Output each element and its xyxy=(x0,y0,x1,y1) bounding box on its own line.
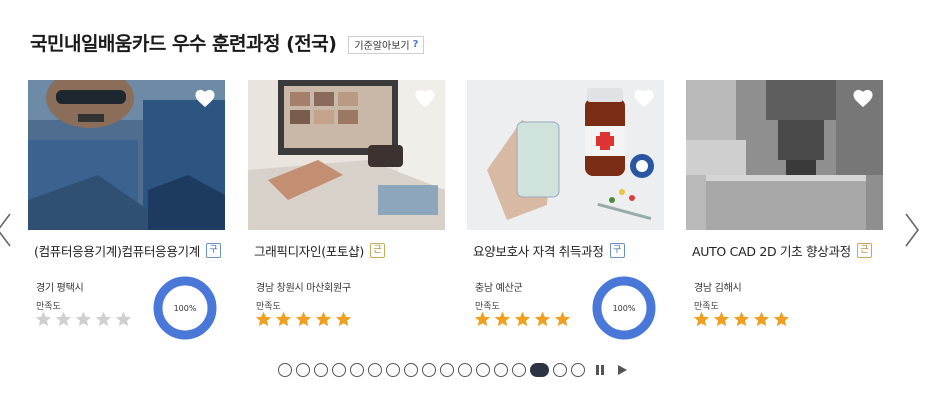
pager-dot[interactable] xyxy=(571,363,585,377)
heart-icon[interactable] xyxy=(194,88,216,108)
course-thumbnail[interactable] xyxy=(686,80,883,230)
star-filled-icon xyxy=(773,311,790,327)
course-card[interactable]: AUTO CAD 2D 기초 향상과정 근 경남 김해시 만족도 xyxy=(686,80,883,342)
course-type-badge: 근 xyxy=(369,243,385,258)
pager-dot[interactable] xyxy=(422,363,436,377)
heart-icon[interactable] xyxy=(852,88,874,108)
course-thumbnail[interactable] xyxy=(248,80,445,230)
play-icon[interactable] xyxy=(615,363,629,377)
star-rating xyxy=(255,311,355,327)
donut-value: 100% xyxy=(612,303,636,313)
star-filled-icon xyxy=(335,311,352,327)
pause-icon[interactable] xyxy=(593,363,607,377)
help-icon: ? xyxy=(412,39,419,50)
star-filled-icon xyxy=(713,311,730,327)
star-filled-icon xyxy=(315,311,332,327)
star-filled-icon xyxy=(554,311,571,327)
star-rating xyxy=(474,311,574,327)
course-name[interactable]: AUTO CAD 2D 기초 향상과정 xyxy=(692,241,851,260)
star-empty-icon xyxy=(95,311,112,327)
course-location: 경남 창원시 마산회원구 xyxy=(256,283,351,294)
pager-dot[interactable] xyxy=(494,363,508,377)
pager-dot[interactable] xyxy=(368,363,382,377)
pager-dot[interactable] xyxy=(458,363,472,377)
pager-dot[interactable] xyxy=(296,363,310,377)
star-filled-icon xyxy=(494,311,511,327)
employment-rate-donut: 100% xyxy=(153,276,217,340)
star-rating xyxy=(693,311,793,327)
course-card[interactable]: 그래픽디자인(포토샵) 근 경남 창원시 마산회원구 만족도 xyxy=(248,80,445,342)
pager-dot[interactable] xyxy=(404,363,418,377)
course-type-badge: 구 xyxy=(609,243,625,258)
heart-icon[interactable] xyxy=(414,88,436,108)
pager-dot[interactable] xyxy=(314,363,328,377)
heart-icon[interactable] xyxy=(633,88,655,108)
criteria-button-label: 기준알아보기 xyxy=(354,41,410,52)
donut-value: 100% xyxy=(173,303,197,313)
chevron-right-icon[interactable] xyxy=(902,212,922,248)
section-header: 국민내일배움카드 우수 훈련과정 (전국) 기준알아보기 ? xyxy=(30,29,425,56)
course-name[interactable]: 그래픽디자인(포토샵) xyxy=(254,241,364,260)
star-rating xyxy=(35,311,135,327)
pager-dot[interactable] xyxy=(440,363,454,377)
pager-dot-active[interactable] xyxy=(530,363,549,377)
chevron-left-icon[interactable] xyxy=(0,212,14,248)
employment-rate-donut: 100% xyxy=(592,276,656,340)
star-filled-icon xyxy=(693,311,710,327)
star-filled-icon xyxy=(753,311,770,327)
star-empty-icon xyxy=(35,311,52,327)
course-location: 충남 예산군 xyxy=(475,283,523,294)
carousel-pager xyxy=(278,363,629,377)
star-filled-icon xyxy=(474,311,491,327)
section-title: 국민내일배움카드 우수 훈련과정 (전국) xyxy=(30,33,337,55)
course-location: 경기 평택시 xyxy=(36,283,84,294)
star-filled-icon xyxy=(534,311,551,327)
star-filled-icon xyxy=(275,311,292,327)
star-empty-icon xyxy=(55,311,72,327)
pager-dot[interactable] xyxy=(350,363,364,377)
criteria-button[interactable]: 기준알아보기 ? xyxy=(348,35,425,54)
course-location: 경남 김해시 xyxy=(694,283,742,294)
star-filled-icon xyxy=(733,311,750,327)
pager-dot[interactable] xyxy=(332,363,346,377)
course-thumbnail[interactable] xyxy=(28,80,225,230)
course-thumbnail[interactable] xyxy=(467,80,664,230)
pager-dot[interactable] xyxy=(278,363,292,377)
course-type-badge: 구 xyxy=(205,243,221,258)
star-empty-icon xyxy=(115,311,132,327)
pager-dot[interactable] xyxy=(386,363,400,377)
course-card[interactable]: (컴퓨터응용기계)컴퓨터응용기계 구 경기 평택시 만족도 100% xyxy=(28,80,225,342)
star-empty-icon xyxy=(75,311,92,327)
course-name[interactable]: (컴퓨터응용기계)컴퓨터응용기계 xyxy=(34,241,200,260)
pager-dot[interactable] xyxy=(553,363,567,377)
course-type-badge: 근 xyxy=(856,243,872,258)
pager-dot[interactable] xyxy=(512,363,526,377)
star-filled-icon xyxy=(255,311,272,327)
star-filled-icon xyxy=(514,311,531,327)
course-name[interactable]: 요양보호사 자격 취득과정 xyxy=(473,241,604,260)
pager-dot[interactable] xyxy=(476,363,490,377)
star-filled-icon xyxy=(295,311,312,327)
course-card[interactable]: 요양보호사 자격 취득과정 구 충남 예산군 만족도 100% xyxy=(467,80,664,342)
